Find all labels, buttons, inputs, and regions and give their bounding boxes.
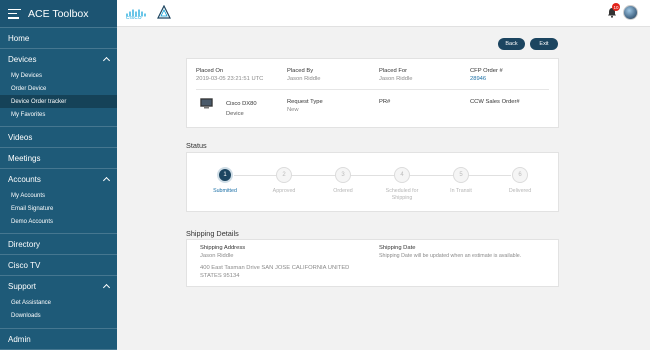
nav-cisco-tv-label: Cisco TV: [8, 260, 41, 270]
nav-admin-label: Admin: [8, 334, 31, 344]
nav-videos-label: Videos: [8, 132, 33, 142]
nav-support[interactable]: Support: [0, 276, 117, 296]
placed-on-value: 2019-03-05 23:21:51 UTC: [196, 76, 264, 82]
cisco-logo-icon: [126, 9, 146, 17]
back-button[interactable]: Back: [498, 38, 525, 50]
nav-meetings-label: Meetings: [8, 153, 41, 163]
app-title: ACE Toolbox: [28, 7, 89, 20]
top-bar: CISCO 10: [117, 0, 650, 27]
request-type-label: Request Type: [287, 99, 323, 105]
nav-videos[interactable]: Videos: [0, 127, 117, 147]
shipping-address: 400 East Tasman Drive SAN JOSE CALIFORNI…: [200, 265, 350, 280]
placed-by-label: Placed By: [287, 68, 314, 74]
step-4-label: Scheduled for Shipping: [385, 188, 419, 201]
avatar[interactable]: [623, 5, 638, 20]
step-1-circle: 1: [217, 167, 233, 183]
shipping-date-label: Shipping Date: [379, 245, 416, 251]
nav-directory[interactable]: Directory: [0, 234, 117, 254]
step-3-label: Ordered: [333, 188, 353, 194]
chevron-up-icon: [102, 176, 111, 185]
order-card: [186, 58, 559, 128]
shipping-date-note: Shipping Date will be updated when an es…: [379, 253, 522, 259]
step-6-circle: 6: [512, 167, 528, 183]
nav-support-label: Support: [8, 281, 37, 291]
placed-on-label: Placed On: [196, 68, 224, 74]
nav-home-label: Home: [8, 33, 30, 43]
step-2-label: Approved: [272, 188, 296, 194]
nav-demo-accounts[interactable]: Demo Accounts: [0, 215, 117, 228]
nav-my-favorites[interactable]: My Favorites: [0, 108, 117, 121]
nav-cisco-tv[interactable]: Cisco TV: [0, 255, 117, 275]
step-3-circle: 3: [335, 167, 351, 183]
nav-home[interactable]: Home: [0, 28, 117, 48]
step-5-circle: 5: [453, 167, 469, 183]
nav-devices-label: Devices: [8, 54, 37, 64]
nav-accounts-label: Accounts: [8, 174, 41, 184]
ace-logo-icon: [157, 5, 171, 19]
nav-email-signature[interactable]: Email Signature: [0, 202, 117, 215]
request-type-value: New: [287, 107, 299, 113]
notification-badge: 10: [612, 3, 620, 11]
nav-my-accounts[interactable]: My Accounts: [0, 189, 117, 202]
pr-label: PR#: [379, 99, 391, 105]
nav-get-assistance[interactable]: Get Assistance: [0, 296, 117, 309]
exit-button[interactable]: Exit: [530, 38, 558, 50]
cisco-wordmark: CISCO: [126, 15, 142, 20]
nav-devices[interactable]: Devices: [0, 49, 117, 69]
status-card: [186, 152, 559, 212]
nav-my-devices[interactable]: My Devices: [0, 69, 117, 82]
nav-admin[interactable]: Admin: [0, 329, 117, 349]
placed-for-label: Placed For: [379, 68, 408, 74]
placed-by-value: Jason Riddle: [287, 76, 321, 82]
shipping-title: Shipping Details: [186, 229, 239, 238]
nav-accounts[interactable]: Accounts: [0, 169, 117, 189]
step-4-circle: 4: [394, 167, 410, 183]
chevron-up-icon: [102, 56, 111, 65]
menu-icon[interactable]: [8, 8, 21, 19]
step-5-label: In Transit: [450, 188, 472, 194]
step-2-circle: 2: [276, 167, 292, 183]
device-type: Device: [226, 111, 244, 117]
nav-meetings[interactable]: Meetings: [0, 148, 117, 168]
cfp-order-label: CFP Order #: [470, 68, 503, 74]
shipping-name: Jason Riddle: [200, 253, 234, 259]
shipping-address-label: Shipping Address: [200, 245, 246, 251]
ccw-sales-order-label: CCW Sales Order#: [470, 99, 520, 105]
step-1-label: Submitted: [213, 188, 237, 194]
cfp-order-link[interactable]: 28946: [470, 76, 486, 82]
sidebar: ACE Toolbox Home Devices My Devices Orde…: [0, 0, 117, 350]
nav-directory-label: Directory: [8, 239, 41, 249]
placed-for-value: Jason Riddle: [379, 76, 413, 82]
nav-device-order-tracker[interactable]: Device Order tracker: [0, 95, 117, 108]
nav-downloads[interactable]: Downloads: [0, 309, 117, 322]
step-6-label: Delivered: [508, 188, 532, 194]
device-name: Cisco DX80: [226, 101, 257, 107]
cisco-dx80-device-icon: [200, 98, 213, 109]
chevron-up-icon: [102, 283, 111, 292]
status-title: Status: [186, 141, 207, 150]
nav-order-device[interactable]: Order Device: [0, 82, 117, 95]
app-brand: ACE Toolbox: [0, 0, 117, 27]
